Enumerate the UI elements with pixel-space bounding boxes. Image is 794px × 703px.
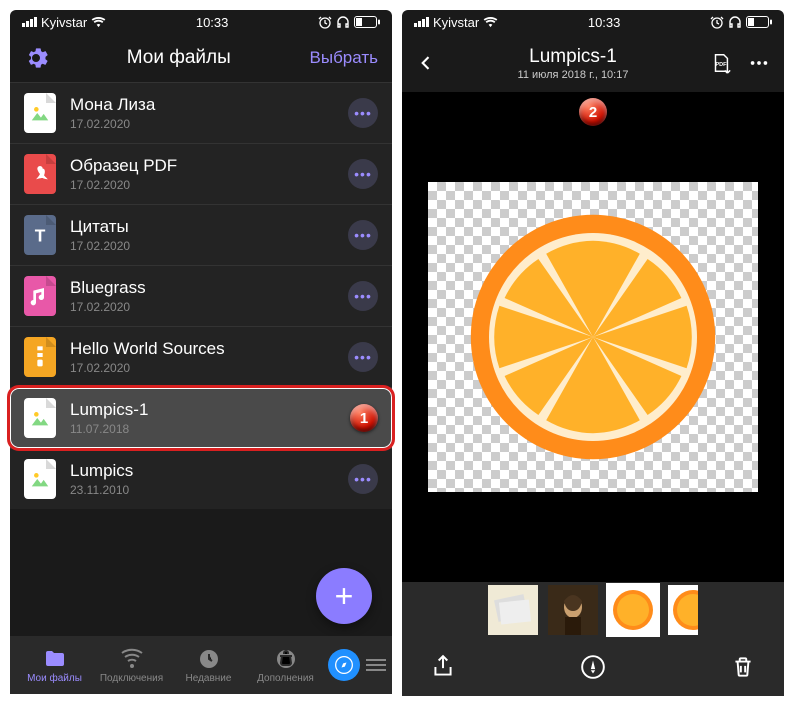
bottom-nav: Мои файлы Подключения Недавние Дополнени… bbox=[10, 636, 392, 694]
status-right bbox=[318, 15, 380, 29]
battery-icon bbox=[354, 16, 380, 28]
signal-icon bbox=[414, 17, 429, 27]
file-row[interactable]: Образец PDF 17.02.2020 ••• bbox=[10, 143, 392, 204]
viewer-body: 2 bbox=[402, 92, 784, 582]
status-right bbox=[710, 15, 772, 29]
file-row[interactable]: T Цитаты 17.02.2020 ••• bbox=[10, 204, 392, 265]
more-button[interactable]: ••• bbox=[348, 98, 378, 128]
more-icon[interactable] bbox=[748, 52, 770, 74]
pdf-export-icon[interactable]: PDF bbox=[710, 52, 732, 74]
alarm-icon bbox=[710, 15, 724, 29]
share-icon[interactable] bbox=[430, 654, 456, 680]
back-icon[interactable] bbox=[416, 53, 436, 73]
file-name: Мона Лиза bbox=[70, 95, 334, 115]
file-date: 17.02.2020 bbox=[70, 178, 334, 192]
thumbnail[interactable] bbox=[668, 585, 698, 635]
gear-icon[interactable] bbox=[24, 46, 48, 70]
pdf-file-icon bbox=[24, 154, 56, 194]
thumbnail[interactable] bbox=[488, 585, 538, 635]
phone-left: Kyivstar 10:33 Мои файлы Выбрать Мона Ли… bbox=[10, 10, 392, 694]
phone-right: Kyivstar 10:33 Lumpics-1 11 июля 2018 г.… bbox=[402, 10, 784, 694]
status-time: 10:33 bbox=[196, 15, 229, 30]
nav-connections[interactable]: Подключения bbox=[93, 647, 170, 684]
carrier: Kyivstar bbox=[433, 15, 479, 30]
more-button[interactable]: ••• bbox=[348, 464, 378, 494]
alarm-icon bbox=[318, 15, 332, 29]
trash-icon[interactable] bbox=[730, 654, 756, 680]
wifi-icon bbox=[91, 17, 106, 28]
file-name: Bluegrass bbox=[70, 278, 334, 298]
more-button[interactable]: ••• bbox=[348, 220, 378, 250]
header: Мои файлы Выбрать bbox=[10, 34, 392, 82]
file-date: 23.11.2010 bbox=[70, 483, 334, 497]
orange-slice-image bbox=[463, 207, 723, 467]
thumbnail-selected[interactable] bbox=[608, 585, 658, 635]
text-file-icon: T bbox=[24, 215, 56, 255]
file-name: Lumpics bbox=[70, 461, 334, 481]
thumbnail-strip bbox=[402, 582, 784, 638]
signal-icon bbox=[22, 17, 37, 27]
svg-text:T: T bbox=[35, 226, 46, 246]
nav-label: Подключения bbox=[100, 673, 163, 684]
more-button[interactable]: ••• bbox=[348, 159, 378, 189]
nav-recent[interactable]: Недавние bbox=[170, 647, 247, 684]
headphones-icon bbox=[728, 15, 742, 29]
carrier: Kyivstar bbox=[41, 15, 87, 30]
select-button[interactable]: Выбрать bbox=[310, 48, 378, 68]
image-file-icon bbox=[24, 459, 56, 499]
file-row-selected[interactable]: Lumpics-1 11.07.2018 1 bbox=[10, 387, 392, 448]
viewer-toolbar bbox=[402, 638, 784, 696]
page-title: Мои файлы bbox=[48, 47, 310, 69]
file-row[interactable]: Bluegrass 17.02.2020 ••• bbox=[10, 265, 392, 326]
file-row[interactable]: Lumpics 23.11.2010 ••• bbox=[10, 448, 392, 509]
menu-icon[interactable] bbox=[366, 659, 386, 671]
more-button[interactable]: ••• bbox=[348, 281, 378, 311]
wifi-icon bbox=[483, 17, 498, 28]
more-button[interactable]: ••• bbox=[348, 342, 378, 372]
viewer-header: Lumpics-1 11 июля 2018 г., 10:17 PDF bbox=[402, 34, 784, 92]
nav-addons[interactable]: Дополнения bbox=[247, 647, 324, 684]
status-bar: Kyivstar 10:33 bbox=[402, 10, 784, 34]
file-date: 11.07.2018 bbox=[70, 422, 336, 436]
nav-label: Мои файлы bbox=[27, 673, 82, 684]
status-bar: Kyivstar 10:33 bbox=[10, 10, 392, 34]
file-list: Мона Лиза 17.02.2020 ••• Образец PDF 17.02… bbox=[10, 82, 392, 509]
file-row[interactable]: Hello World Sources 17.02.2020 ••• bbox=[10, 326, 392, 387]
svg-text:PDF: PDF bbox=[716, 62, 728, 68]
file-name: Образец PDF bbox=[70, 156, 334, 176]
file-name: Hello World Sources bbox=[70, 339, 334, 359]
file-name: Lumpics-1 bbox=[70, 400, 336, 420]
file-date: 17.02.2020 bbox=[70, 239, 334, 253]
step-badge-1: 1 bbox=[350, 404, 378, 432]
battery-icon bbox=[746, 16, 772, 28]
status-time: 10:33 bbox=[588, 15, 621, 30]
image-preview[interactable] bbox=[428, 182, 758, 492]
step-badge-2: 2 bbox=[579, 98, 607, 126]
image-file-icon bbox=[24, 398, 56, 438]
nav-my-files[interactable]: Мои файлы bbox=[16, 647, 93, 684]
archive-file-icon bbox=[24, 337, 56, 377]
edit-icon[interactable] bbox=[580, 654, 606, 680]
file-date: 17.02.2020 bbox=[70, 300, 334, 314]
file-date: 17.02.2020 bbox=[70, 117, 334, 131]
file-row[interactable]: Мона Лиза 17.02.2020 ••• bbox=[10, 82, 392, 143]
viewer-title: Lumpics-1 bbox=[446, 46, 700, 68]
headphones-icon bbox=[336, 15, 350, 29]
thumbnail[interactable] bbox=[548, 585, 598, 635]
browser-button[interactable] bbox=[328, 649, 360, 681]
file-name: Цитаты bbox=[70, 217, 334, 237]
music-file-icon bbox=[24, 276, 56, 316]
nav-label: Недавние bbox=[186, 673, 232, 684]
image-file-icon bbox=[24, 93, 56, 133]
viewer-subtitle: 11 июля 2018 г., 10:17 bbox=[446, 69, 700, 81]
file-date: 17.02.2020 bbox=[70, 361, 334, 375]
add-button[interactable]: + bbox=[316, 568, 372, 624]
nav-label: Дополнения bbox=[257, 673, 314, 684]
